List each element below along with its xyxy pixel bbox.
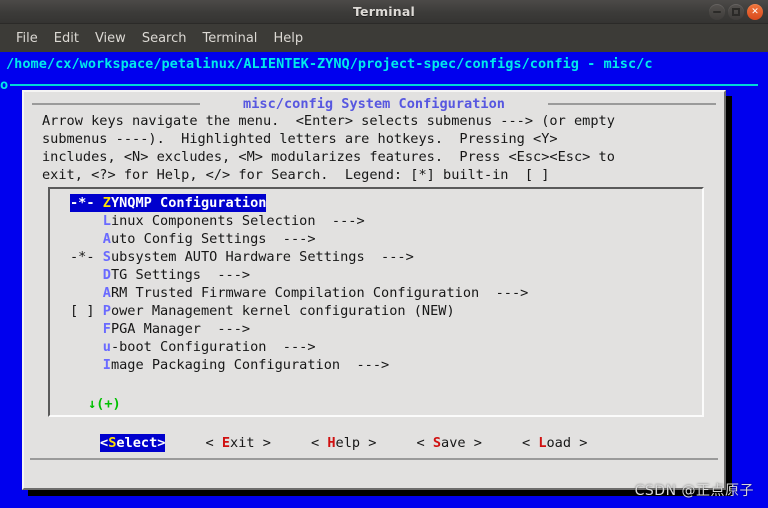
menu-item-hotkey: S [102, 249, 111, 265]
load-button-label: oad > [546, 435, 588, 451]
menu-item-label: -boot Configuration [110, 339, 267, 355]
path-rule-line [10, 84, 758, 86]
application-menubar: File Edit View Search Terminal Help [0, 24, 768, 52]
menubar-item-terminal[interactable]: Terminal [194, 28, 265, 49]
maximize-icon [732, 8, 740, 16]
menu-item-hotkey: F [102, 321, 111, 337]
help-button-prefix: < [310, 435, 328, 451]
menu-item-submenu-arrow: ---> [200, 267, 251, 283]
menu-item[interactable]: DTG Settings ---> [50, 266, 702, 284]
help-button-hotkey: H [327, 435, 336, 451]
menu-item-label: TG Settings [110, 267, 201, 283]
menu-item-hotkey: L [102, 213, 111, 229]
menu-item[interactable]: Image Packaging Configuration ---> [50, 356, 702, 374]
path-rule-marker: o [0, 77, 9, 93]
menu-item-prefix [70, 357, 103, 373]
dialog-title: misc/config System Configuration [243, 96, 505, 112]
button-bar-rule [30, 458, 718, 460]
watermark: CSDN @正点原子 [634, 483, 754, 499]
menu-item-prefix: [ ] [70, 303, 103, 319]
menu-item-submenu-arrow: ---> [340, 357, 390, 373]
menu-item[interactable]: [ ] Power Management kernel configuratio… [50, 302, 702, 320]
exit-button-hotkey: E [221, 435, 231, 451]
menu-item[interactable]: -*- ZYNQMP Configuration [50, 194, 702, 212]
menu-item[interactable]: FPGA Manager ---> [50, 320, 702, 338]
select-button[interactable]: <Select> [100, 434, 166, 452]
close-button[interactable]: ✕ [747, 4, 763, 20]
menu-item-prefix [70, 339, 103, 355]
select-button-label: elect> [116, 435, 166, 451]
menuconfig-dialog: misc/config System Configuration Arrow k… [22, 90, 726, 490]
screenshot-root: Terminal ✕ File Edit View Search Termina… [0, 0, 768, 508]
menubar-item-file[interactable]: File [8, 28, 46, 49]
menubar-item-edit[interactable]: Edit [46, 28, 87, 49]
menu-item-selection-highlight: -*- ZYNQMP Configuration [70, 194, 267, 212]
menu-item-label: PGA Manager [110, 321, 201, 337]
menu-item-hotkey: u [102, 339, 111, 355]
window-titlebar: Terminal ✕ [0, 0, 768, 24]
save-button-hotkey: S [432, 435, 442, 451]
menu-item-submenu-arrow: ---> [479, 285, 529, 301]
menu-item-label: ower Management kernel configuration (NE… [110, 303, 455, 319]
menu-item-prefix [70, 285, 103, 301]
select-button-prefix: < [100, 435, 109, 451]
dialog-help-text: Arrow keys navigate the menu. <Enter> se… [42, 113, 615, 183]
help-button-label: elp > [335, 435, 377, 451]
menu-list[interactable]: -*- ZYNQMP Configuration Linux Component… [50, 194, 702, 374]
window-controls: ✕ [709, 4, 763, 20]
menu-item[interactable]: u-boot Configuration ---> [50, 338, 702, 356]
minimize-icon [713, 11, 721, 13]
menu-item-hotkey: D [102, 267, 111, 283]
menu-item-submenu-arrow: ---> [266, 339, 316, 355]
menu-item-submenu-arrow: ---> [364, 249, 414, 265]
menu-item-label: RM Trusted Firmware Compilation Configur… [110, 285, 480, 301]
menubar-item-search[interactable]: Search [134, 28, 195, 49]
menu-item[interactable]: -*- Subsystem AUTO Hardware Settings ---… [50, 248, 702, 266]
menu-item-prefix [70, 231, 103, 247]
menu-item-hotkey: P [102, 303, 111, 319]
minimize-button[interactable] [709, 4, 725, 20]
close-icon: ✕ [751, 6, 759, 17]
exit-button-label: xit > [230, 435, 271, 451]
maximize-button[interactable] [728, 4, 744, 20]
load-button[interactable]: < Load > [522, 434, 587, 452]
menu-item-submenu-arrow: ---> [200, 321, 251, 337]
menu-item-hotkey: A [102, 285, 111, 301]
save-button[interactable]: < Save > [416, 434, 481, 452]
menu-item-submenu-arrow: ---> [315, 213, 365, 229]
menu-item-label: mage Packaging Configuration [110, 357, 341, 373]
exit-button-prefix: < [205, 435, 222, 451]
menu-item-label: inux Components Selection [110, 213, 316, 229]
config-path-line: /home/cx/workspace/petalinux/ALIENTEK-ZY… [6, 56, 653, 72]
menu-item-prefix [70, 267, 103, 283]
menubar-item-view[interactable]: View [87, 28, 134, 49]
menu-item[interactable]: Linux Components Selection ---> [50, 212, 702, 230]
menu-item-prefix [70, 321, 103, 337]
menu-item-hotkey: I [102, 357, 111, 373]
menu-item-label: ubsystem AUTO Hardware Settings [110, 249, 365, 265]
help-button[interactable]: < Help > [311, 434, 376, 452]
menu-item[interactable]: Auto Config Settings ---> [50, 230, 702, 248]
menu-item-prefix: -*- [70, 249, 103, 265]
window-title: Terminal [352, 4, 416, 19]
scroll-down-indicator: ↓(+) [88, 396, 121, 412]
save-button-prefix: < [416, 435, 433, 451]
menu-item-hotkey: A [102, 231, 111, 247]
dialog-button-bar: <Select> < Exit > < Help > < Save > < Load > [24, 432, 724, 454]
menu-item-label: YNQMP Configuration [110, 195, 267, 211]
load-button-hotkey: L [538, 435, 547, 451]
menu-item[interactable]: ARM Trusted Firmware Compilation Configu… [50, 284, 702, 302]
menu-item-hotkey: Z [102, 195, 111, 211]
menu-item-prefix [70, 213, 103, 229]
menu-item-submenu-arrow: ---> [266, 231, 316, 247]
load-button-prefix: < [521, 435, 539, 451]
menu-item-prefix: -*- [70, 195, 103, 211]
menu-item-label: uto Config Settings [110, 231, 267, 247]
exit-button[interactable]: < Exit > [205, 434, 270, 452]
terminal-screen[interactable]: /home/cx/workspace/petalinux/ALIENTEK-ZY… [0, 52, 768, 508]
menu-list-box: -*- ZYNQMP Configuration Linux Component… [48, 187, 704, 417]
save-button-label: ave > [441, 435, 482, 451]
menubar-item-help[interactable]: Help [265, 28, 311, 49]
